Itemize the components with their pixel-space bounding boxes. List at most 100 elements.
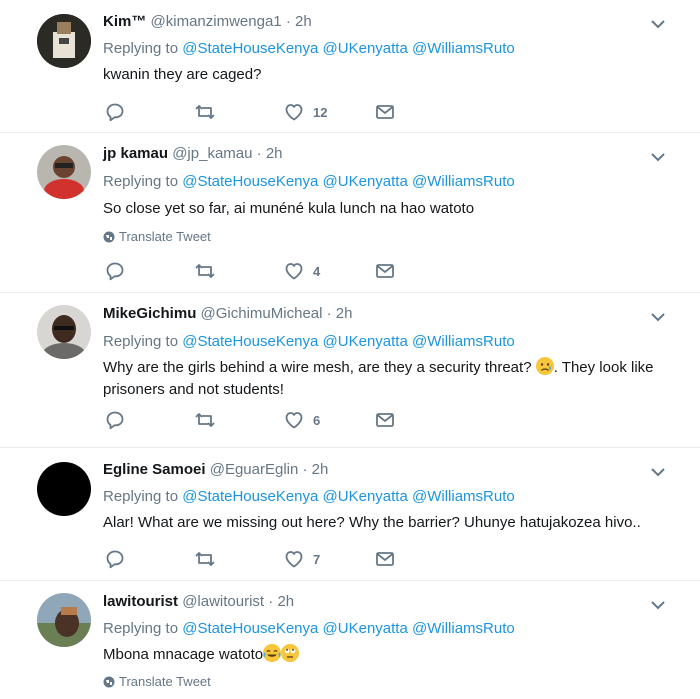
reply-icon bbox=[106, 103, 124, 122]
translate-tweet-link[interactable]: Translate Tweet bbox=[103, 229, 211, 244]
heart-icon bbox=[285, 551, 303, 568]
timestamp[interactable]: · 2h bbox=[303, 461, 329, 478]
tweet[interactable]: Kim™ @kimanzimwenga1 · 2h Replying to @S… bbox=[0, 0, 700, 133]
reply-icon bbox=[106, 411, 124, 430]
sad-face-emoji-icon bbox=[535, 357, 554, 375]
mention-link[interactable]: @StateHouseKenya bbox=[182, 173, 318, 190]
avatar[interactable] bbox=[37, 145, 91, 199]
timestamp[interactable]: · 2h bbox=[268, 593, 294, 610]
tweet[interactable]: lawitourist @lawitourist · 2h Replying t… bbox=[0, 581, 700, 699]
like-button[interactable]: 4 bbox=[284, 261, 320, 281]
replying-to: Replying to @StateHouseKenya @UKenyatta … bbox=[103, 333, 515, 350]
tweet-text: Alar! What are we missing out here? Why … bbox=[103, 514, 641, 531]
rolling-eyes-emoji-icon bbox=[281, 644, 300, 662]
replying-to: Replying to @StateHouseKenya @UKenyatta … bbox=[103, 488, 515, 505]
mention-link[interactable]: @WilliamsRuto bbox=[412, 333, 515, 350]
chevron-down-icon[interactable] bbox=[650, 600, 666, 610]
mention-link[interactable]: @StateHouseKenya bbox=[182, 488, 318, 505]
user-handle[interactable]: @kimanzimwenga1 bbox=[151, 13, 282, 30]
tweet-actions: 12 bbox=[105, 102, 405, 122]
like-button[interactable]: 7 bbox=[284, 549, 320, 569]
user-handle[interactable]: @jp_kamau bbox=[172, 145, 252, 162]
avatar[interactable] bbox=[37, 462, 91, 516]
mention-link[interactable]: @StateHouseKenya bbox=[182, 40, 318, 57]
mention-link[interactable]: @WilliamsRuto bbox=[412, 40, 515, 57]
reply-icon bbox=[106, 550, 124, 569]
chevron-down-icon[interactable] bbox=[650, 312, 666, 322]
message-button[interactable] bbox=[375, 102, 395, 122]
tweet-actions: 6 bbox=[105, 410, 405, 430]
chevron-down-icon[interactable] bbox=[650, 19, 666, 29]
mention-link[interactable]: @UKenyatta bbox=[323, 620, 408, 637]
avatar[interactable] bbox=[37, 305, 91, 359]
retweet-icon bbox=[195, 413, 215, 427]
mention-link[interactable]: @UKenyatta bbox=[323, 173, 408, 190]
avatar[interactable] bbox=[37, 593, 91, 647]
retweet-icon bbox=[195, 105, 215, 119]
timestamp[interactable]: · 2h bbox=[257, 145, 283, 162]
envelope-icon bbox=[376, 264, 394, 278]
like-button[interactable]: 6 bbox=[284, 410, 320, 430]
tweet-text: Mbona mnacage watoto bbox=[103, 644, 663, 666]
avatar-image-icon bbox=[37, 14, 91, 68]
retweet-button[interactable] bbox=[194, 261, 216, 281]
tweet-actions: 4 bbox=[105, 261, 405, 281]
envelope-icon bbox=[376, 413, 394, 427]
reply-button[interactable] bbox=[105, 261, 125, 281]
replying-to: Replying to @StateHouseKenya @UKenyatta … bbox=[103, 173, 515, 190]
reply-button[interactable] bbox=[105, 549, 125, 569]
chevron-down-icon[interactable] bbox=[650, 467, 666, 477]
globe-icon bbox=[103, 676, 115, 687]
replying-to: Replying to @StateHouseKenya @UKenyatta … bbox=[103, 620, 515, 637]
tweet-actions: 7 bbox=[105, 549, 405, 569]
tweet-text: kwanin they are caged? bbox=[103, 66, 262, 83]
mention-link[interactable]: @UKenyatta bbox=[323, 40, 408, 57]
retweet-icon bbox=[195, 264, 215, 278]
display-name[interactable]: Kim™ bbox=[103, 13, 146, 30]
tweet-text: Why are the girls behind a wire mesh, ar… bbox=[103, 357, 654, 398]
mention-link[interactable]: @StateHouseKenya bbox=[182, 620, 318, 637]
user-handle[interactable]: @lawitourist bbox=[182, 593, 264, 610]
mention-link[interactable]: @WilliamsRuto bbox=[412, 620, 515, 637]
like-count: 12 bbox=[313, 104, 328, 120]
display-name[interactable]: MikeGichimu bbox=[103, 305, 196, 322]
retweet-button[interactable] bbox=[194, 549, 216, 569]
reply-button[interactable] bbox=[105, 102, 125, 122]
tears-of-joy-emoji-icon bbox=[263, 644, 282, 662]
reply-icon bbox=[106, 262, 124, 281]
mention-link[interactable]: @UKenyatta bbox=[323, 488, 408, 505]
like-count: 4 bbox=[313, 263, 321, 279]
display-name[interactable]: jp kamau bbox=[103, 145, 168, 162]
heart-icon bbox=[285, 412, 303, 429]
mention-link[interactable]: @UKenyatta bbox=[323, 333, 408, 350]
like-count: 7 bbox=[313, 551, 321, 567]
user-handle[interactable]: @GichimuMicheal bbox=[201, 305, 323, 322]
translate-tweet-link[interactable]: Translate Tweet bbox=[103, 674, 211, 689]
message-button[interactable] bbox=[375, 261, 395, 281]
like-count: 6 bbox=[313, 412, 321, 428]
tweet[interactable]: Egline Samoei @EguarEglin · 2h Replying … bbox=[0, 448, 700, 581]
envelope-icon bbox=[376, 552, 394, 566]
retweet-button[interactable] bbox=[194, 410, 216, 430]
avatar[interactable] bbox=[37, 14, 91, 68]
display-name[interactable]: Egline Samoei bbox=[103, 461, 206, 478]
timestamp[interactable]: · 2h bbox=[327, 305, 353, 322]
tweet[interactable]: MikeGichimu @GichimuMicheal · 2h Replyin… bbox=[0, 293, 700, 448]
user-handle[interactable]: @EguarEglin bbox=[210, 461, 299, 478]
mention-link[interactable]: @WilliamsRuto bbox=[412, 488, 515, 505]
message-button[interactable] bbox=[375, 549, 395, 569]
reply-button[interactable] bbox=[105, 410, 125, 430]
mention-link[interactable]: @StateHouseKenya bbox=[182, 333, 318, 350]
retweet-button[interactable] bbox=[194, 102, 216, 122]
display-name[interactable]: lawitourist bbox=[103, 593, 178, 610]
globe-icon bbox=[103, 231, 115, 242]
chevron-down-icon[interactable] bbox=[650, 152, 666, 162]
tweet[interactable]: jp kamau @jp_kamau · 2h Replying to @Sta… bbox=[0, 133, 700, 293]
heart-icon bbox=[285, 263, 303, 280]
avatar-image-icon bbox=[37, 593, 91, 647]
message-button[interactable] bbox=[375, 410, 395, 430]
like-button[interactable]: 12 bbox=[284, 102, 327, 122]
mention-link[interactable]: @WilliamsRuto bbox=[412, 173, 515, 190]
tweet-text: So close yet so far, ai munéné kula lunc… bbox=[103, 200, 475, 217]
timestamp[interactable]: · 2h bbox=[286, 13, 312, 30]
